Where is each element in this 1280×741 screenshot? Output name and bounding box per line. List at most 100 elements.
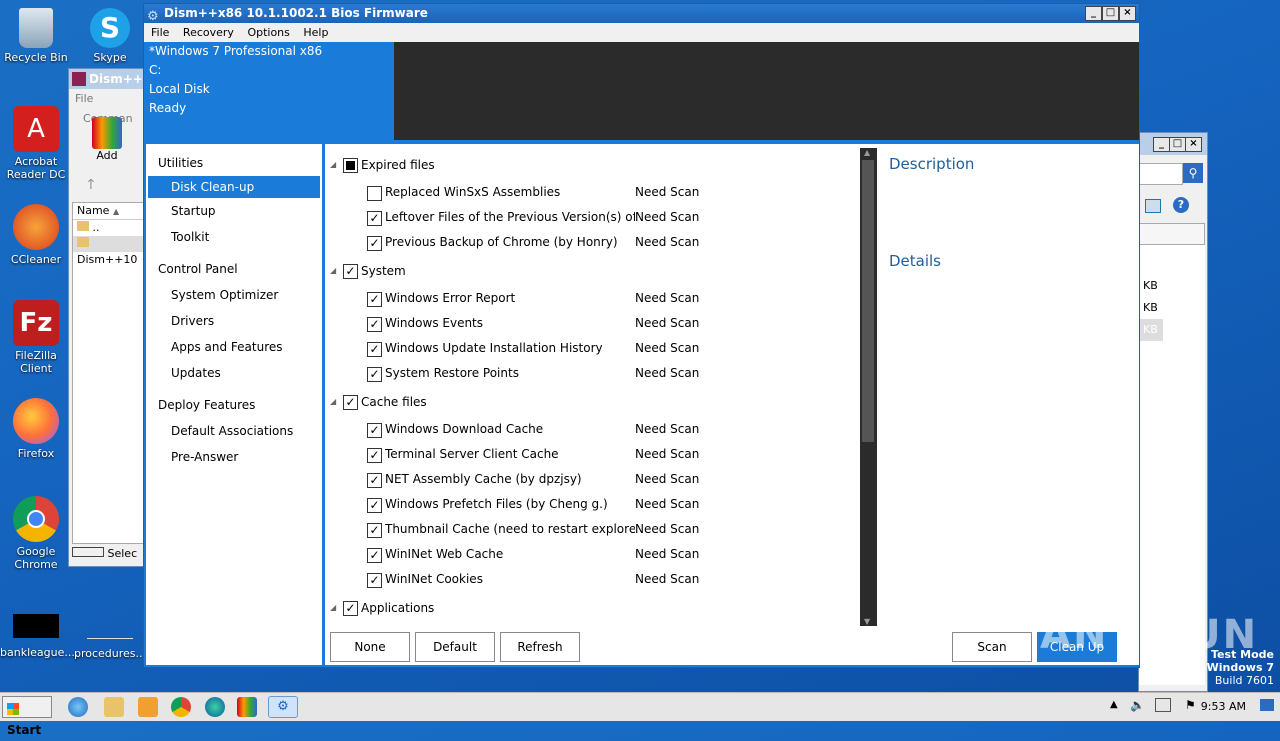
window-titlebar[interactable]: ⚙ Dism++x86 10.1.1002.1 Bios Firmware _ … (144, 4, 1139, 24)
explorer-icon[interactable] (104, 697, 124, 717)
nav-item-default-associations[interactable]: Default Associations (146, 418, 322, 444)
flag-icon[interactable]: ⚑ (1185, 698, 1196, 712)
desktop-icon-chrome[interactable]: Google Chrome (0, 496, 72, 571)
bg-menu-file[interactable]: File (75, 92, 93, 105)
media-player-icon[interactable] (138, 697, 158, 717)
chrome-taskbar-icon[interactable] (171, 697, 191, 717)
desktop-icon-firefox[interactable]: Firefox (0, 398, 72, 460)
list-item[interactable]: Dism++10 (73, 236, 146, 266)
desktop-icon-filezilla[interactable]: Fz FileZilla Client (0, 300, 72, 375)
collapse-triangle-icon[interactable]: ◢ (330, 266, 336, 275)
volume-icon[interactable]: 🔈 (1130, 698, 1145, 712)
item-checkbox[interactable]: ✓ (367, 211, 382, 226)
cleanup-item[interactable]: ✓ Leftover Files of the Previous Version… (325, 205, 860, 230)
group-checkbox-partial[interactable] (343, 158, 358, 173)
background-window-right[interactable]: _ □ × ⚲ ? KB KB KB (1138, 132, 1208, 692)
nav-item-drivers[interactable]: Drivers (146, 308, 322, 334)
menu-file[interactable]: File (146, 26, 174, 39)
layout-icon[interactable] (1145, 199, 1161, 213)
nav-section-deploy-features[interactable]: Deploy Features (146, 392, 322, 418)
group-checkbox[interactable]: ✓ (343, 264, 358, 279)
item-checkbox[interactable]: ✓ (367, 498, 382, 513)
collapse-triangle-icon[interactable]: ◢ (330, 160, 336, 169)
none-button[interactable]: None (330, 632, 410, 662)
group-system[interactable]: ◢ ✓ System (325, 255, 860, 286)
item-checkbox[interactable]: ✓ (367, 367, 382, 382)
close-button[interactable]: × (1119, 6, 1136, 21)
session-list-panel[interactable] (394, 42, 1139, 140)
group-cache-files[interactable]: ◢ ✓ Cache files (325, 386, 860, 417)
item-checkbox[interactable]: ✓ (367, 342, 382, 357)
nav-item-updates[interactable]: Updates (146, 360, 322, 386)
help-icon[interactable]: ? (1173, 197, 1189, 213)
start-button[interactable]: Start (2, 696, 52, 737)
minimize-button[interactable]: _ (1153, 137, 1170, 152)
item-checkbox[interactable] (367, 186, 382, 201)
search-icon[interactable]: ⚲ (1183, 163, 1203, 183)
nav-item-startup[interactable]: Startup (146, 198, 322, 224)
show-desktop-button[interactable] (1260, 699, 1274, 711)
close-button[interactable]: × (1185, 137, 1202, 152)
cleanup-item[interactable]: ✓ Windows Update Installation History Ne… (325, 336, 860, 361)
collapse-triangle-icon[interactable]: ◢ (330, 603, 336, 612)
edge-icon[interactable] (205, 697, 225, 717)
cleanup-item[interactable]: ✓ Windows Prefetch Files (by Cheng g.) N… (325, 492, 860, 517)
refresh-button[interactable]: Refresh (500, 632, 580, 662)
nav-section-utilities[interactable]: Utilities (146, 150, 322, 176)
scroll-thumb[interactable] (862, 160, 874, 442)
collapse-triangle-icon[interactable]: ◢ (330, 397, 336, 406)
scan-button[interactable]: Scan (952, 632, 1032, 662)
scroll-down-icon[interactable]: ▼ (864, 617, 870, 626)
show-hidden-icons[interactable]: ▲ (1110, 699, 1118, 710)
nav-section-control-panel[interactable]: Control Panel (146, 256, 322, 282)
cleanup-item[interactable]: Replaced WinSxS Assemblies Need Scan (325, 180, 860, 205)
group-checkbox[interactable]: ✓ (343, 395, 358, 410)
list-scrollbar[interactable]: ▲ ▼ (860, 148, 877, 626)
cleanup-item[interactable]: ✓ Thumbnail Cache (need to restart explo… (325, 517, 860, 542)
minimize-button[interactable]: _ (1085, 6, 1102, 21)
nav-item-toolkit[interactable]: Toolkit (146, 224, 322, 250)
desktop-icon-skype[interactable]: S Skype (74, 8, 146, 64)
item-checkbox[interactable]: ✓ (367, 473, 382, 488)
menu-options[interactable]: Options (242, 26, 294, 39)
background-window-left[interactable]: Dism++1 File Comman Add ↑ Name ▲ .. Dism… (68, 68, 151, 567)
winrar-taskbar-icon[interactable] (237, 697, 257, 717)
network-icon[interactable] (1155, 698, 1171, 712)
cleanup-item[interactable]: ✓ Terminal Server Client Cache Need Scan (325, 442, 860, 467)
list-item[interactable]: .. (73, 220, 146, 236)
ie-icon[interactable] (68, 697, 88, 717)
cleanup-item[interactable]: ✓ System Restore Points Need Scan (325, 361, 860, 386)
item-checkbox[interactable]: ✓ (367, 573, 382, 588)
item-checkbox[interactable]: ✓ (367, 523, 382, 538)
dism-window[interactable]: ⚙ Dism++x86 10.1.1002.1 Bios Firmware _ … (143, 3, 1140, 668)
group-checkbox[interactable]: ✓ (343, 601, 358, 616)
desktop-icon-ccleaner[interactable]: CCleaner (0, 204, 72, 266)
nav-item-pre-answer[interactable]: Pre-Answer (146, 444, 322, 470)
item-checkbox[interactable]: ✓ (367, 448, 382, 463)
clock[interactable]: 9:53 AM (1201, 700, 1246, 713)
item-checkbox[interactable]: ✓ (367, 548, 382, 563)
cleanup-item[interactable]: ✓ Windows Download Cache Need Scan (325, 417, 860, 442)
session-info-panel[interactable]: *Windows 7 Professional x86 C: Local Dis… (144, 42, 394, 140)
nav-item-system-optimizer[interactable]: System Optimizer (146, 282, 322, 308)
dism-taskbar-icon[interactable]: ⚙ (268, 696, 298, 718)
nav-item-disk-cleanup[interactable]: Disk Clean-up (148, 176, 320, 198)
maximize-button[interactable]: □ (1169, 137, 1186, 152)
maximize-button[interactable]: □ (1102, 6, 1119, 21)
desktop-icon-procedures[interactable]: procedures.... (74, 614, 150, 660)
item-checkbox[interactable]: ✓ (367, 317, 382, 332)
item-checkbox[interactable]: ✓ (367, 236, 382, 251)
item-checkbox[interactable]: ✓ (367, 423, 382, 438)
group-applications[interactable]: ◢ ✓ Applications (325, 592, 860, 623)
cleanup-item[interactable]: ✓ Windows Events Need Scan (325, 311, 860, 336)
desktop-icon-acrobat[interactable]: A Acrobat Reader DC (0, 106, 72, 181)
scroll-up-icon[interactable]: ▲ (864, 148, 870, 157)
menu-recovery[interactable]: Recovery (178, 26, 239, 39)
desktop-icon-recycle-bin[interactable]: Recycle Bin (0, 8, 72, 64)
default-button[interactable]: Default (415, 632, 495, 662)
menu-help[interactable]: Help (298, 26, 333, 39)
column-header-name[interactable]: Name ▲ (73, 203, 146, 220)
group-expired-files[interactable]: ◢ Expired files (325, 149, 860, 180)
nav-item-apps-features[interactable]: Apps and Features (146, 334, 322, 360)
item-checkbox[interactable]: ✓ (367, 292, 382, 307)
